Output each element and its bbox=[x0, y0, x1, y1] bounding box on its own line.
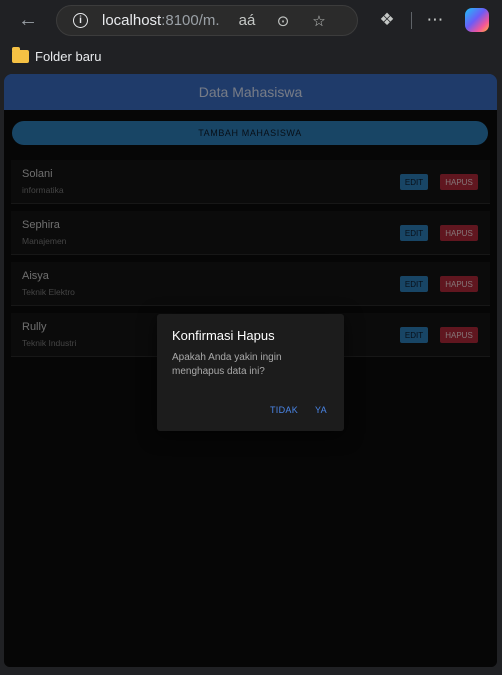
bookmark-folder[interactable]: Folder baru bbox=[35, 49, 101, 64]
address-bar[interactable]: i localhost:8100/m... aá ⊙ ☆ bbox=[56, 5, 358, 36]
cancel-button[interactable]: TIDAK bbox=[270, 405, 298, 415]
extensions-icon[interactable]: ❖ bbox=[375, 8, 399, 32]
browser-toolbar: ← i localhost:8100/m... aá ⊙ ☆ ❖ ⋯ bbox=[0, 0, 502, 40]
copilot-icon[interactable] bbox=[465, 8, 489, 32]
confirm-button[interactable]: YA bbox=[315, 405, 327, 415]
bookmarks-bar: Folder baru bbox=[0, 40, 502, 72]
read-aloud-icon[interactable]: aá bbox=[236, 12, 258, 29]
app-viewport: Data Mahasiswa TAMBAH MAHASISWA Solani i… bbox=[4, 74, 497, 667]
dialog-title: Konfirmasi Hapus bbox=[172, 328, 275, 343]
folder-icon bbox=[12, 46, 29, 63]
info-icon[interactable]: i bbox=[73, 13, 88, 28]
zoom-icon[interactable]: ⊙ bbox=[272, 12, 294, 30]
favorite-star-icon[interactable]: ☆ bbox=[308, 12, 330, 30]
url-text[interactable]: localhost:8100/m... bbox=[102, 12, 220, 29]
toolbar-divider bbox=[411, 12, 412, 29]
more-icon[interactable]: ⋯ bbox=[423, 8, 447, 32]
back-arrow-icon[interactable]: ← bbox=[14, 8, 42, 32]
confirm-delete-dialog: Konfirmasi Hapus Apakah Anda yakin ingin… bbox=[157, 314, 344, 431]
window-bottom-edge bbox=[0, 667, 502, 675]
dialog-message: Apakah Anda yakin ingin menghapus data i… bbox=[172, 352, 282, 377]
